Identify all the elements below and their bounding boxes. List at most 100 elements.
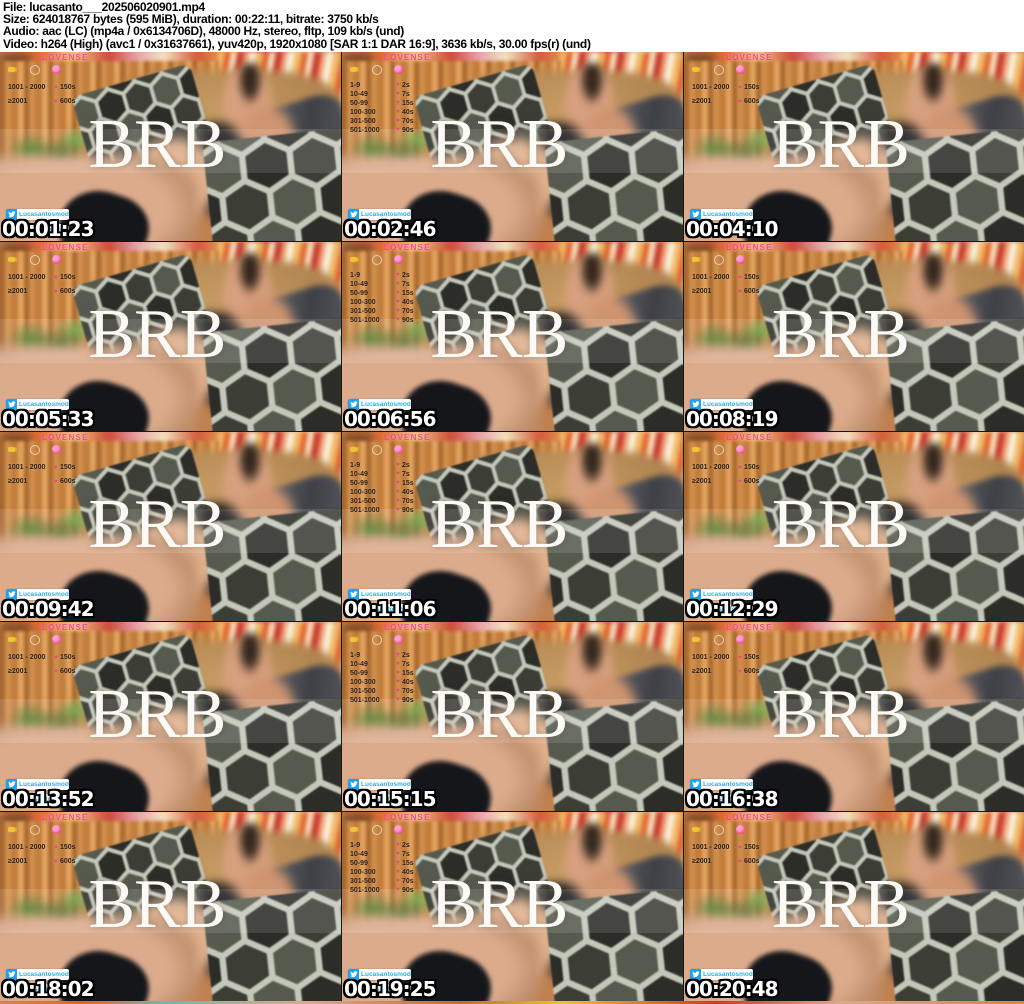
video-frame-thumbnail: BRB LOVENSE 1-92s10-497s50-9915s100-3004…	[342, 52, 683, 241]
coin-icon	[692, 66, 701, 73]
tip-menu-overlay: LOVENSE 1001 - 2000150s≥2001600s ♥♥	[688, 813, 820, 905]
tip-menu-overlay: LOVENSE 1001 - 2000150s≥2001600s ♥♥	[688, 243, 820, 335]
lovense-icon	[736, 445, 745, 454]
coin-icon	[692, 826, 701, 833]
lovense-brand: LOVENSE	[384, 243, 431, 252]
lovense-brand: LOVENSE	[726, 623, 773, 632]
video-frame-thumbnail: BRB LOVENSE 1001 - 2000150s≥2001600s ♥♥ …	[684, 622, 1024, 811]
coin-icon	[692, 256, 701, 263]
tip-menu-overlay: LOVENSE 1001 - 2000150s≥2001600s ♥♥	[4, 53, 136, 145]
lovense-icon	[394, 635, 403, 644]
lovense-brand: LOVENSE	[726, 433, 773, 442]
clock-icon	[714, 445, 724, 455]
coin-icon	[350, 66, 359, 73]
lovense-brand: LOVENSE	[384, 433, 431, 442]
timestamp-overlay: 00:11:06	[344, 597, 436, 621]
coin-icon	[8, 446, 17, 453]
tip-menu-overlay: LOVENSE 1001 - 2000150s≥2001600s ♥♥	[688, 433, 820, 525]
clock-icon	[372, 825, 382, 835]
coin-icon	[8, 66, 17, 73]
timestamp-overlay: 00:06:56	[344, 407, 436, 431]
video-frame-thumbnail: BRB LOVENSE 1001 - 2000150s≥2001600s ♥♥ …	[684, 52, 1024, 241]
tip-menu-overlay: LOVENSE 1001 - 2000150s≥2001600s ♥♥	[688, 623, 820, 715]
clock-icon	[30, 635, 40, 645]
hearts-column: ♥♥	[54, 271, 58, 299]
lovense-brand: LOVENSE	[726, 813, 773, 822]
timestamp-overlay: 00:18:02	[2, 977, 94, 1001]
video-frame-thumbnail: BRB LOVENSE 1001 - 2000150s≥2001600s ♥♥ …	[0, 242, 341, 431]
video-frame-thumbnail: BRB LOVENSE 1-92s10-497s50-9915s100-3004…	[342, 432, 683, 621]
video-frame-thumbnail: BRB LOVENSE 1001 - 2000150s≥2001600s ♥♥ …	[0, 812, 341, 1001]
video-line: Video: h264 (High) (avc1 / 0x31637661), …	[3, 38, 1021, 50]
timestamp-overlay: 00:15:15	[344, 787, 436, 811]
hearts-column: ♥♥	[54, 841, 58, 869]
clock-icon	[714, 65, 724, 75]
lovense-brand: LOVENSE	[384, 53, 431, 62]
tip-menu-overlay: LOVENSE 1001 - 2000150s≥2001600s ♥♥	[4, 243, 136, 335]
hearts-column: ♥♥	[54, 651, 58, 679]
lovense-icon	[52, 635, 61, 644]
clock-icon	[714, 635, 724, 645]
timestamp-overlay: 00:20:48	[686, 977, 778, 1001]
lovense-icon	[394, 445, 403, 454]
lovense-icon	[736, 65, 745, 74]
timestamp-overlay: 00:13:52	[2, 787, 94, 811]
lovense-brand: LOVENSE	[42, 433, 89, 442]
coin-icon	[8, 826, 17, 833]
hearts-column: ♥♥	[738, 271, 742, 299]
tip-menu-overlay: LOVENSE 1-92s10-497s50-9915s100-30040s30…	[346, 623, 478, 715]
timestamp-overlay: 00:05:33	[2, 407, 94, 431]
clock-icon	[30, 825, 40, 835]
timestamp-overlay: 00:12:29	[686, 597, 778, 621]
hearts-column: ♥♥♥♥♥♥	[396, 461, 400, 515]
clock-icon	[30, 65, 40, 75]
clock-icon	[372, 635, 382, 645]
hearts-column: ♥♥	[738, 81, 742, 109]
lovense-icon	[736, 635, 745, 644]
timestamp-overlay: 00:19:25	[344, 977, 436, 1001]
lovense-icon	[736, 825, 745, 834]
video-frame-thumbnail: BRB LOVENSE 1-92s10-497s50-9915s100-3004…	[342, 622, 683, 811]
lovense-brand: LOVENSE	[42, 623, 89, 632]
hearts-column: ♥♥	[738, 841, 742, 869]
lovense-icon	[736, 255, 745, 264]
lovense-brand: LOVENSE	[384, 813, 431, 822]
video-frame-thumbnail: BRB LOVENSE 1001 - 2000150s≥2001600s ♥♥ …	[0, 432, 341, 621]
tip-menu-overlay: LOVENSE 1001 - 2000150s≥2001600s ♥♥	[4, 433, 136, 525]
coin-icon	[350, 446, 359, 453]
timestamp-overlay: 00:09:42	[2, 597, 94, 621]
hearts-column: ♥♥	[54, 461, 58, 489]
tip-menu-overlay: LOVENSE 1001 - 2000150s≥2001600s ♥♥	[688, 53, 820, 145]
hearts-column: ♥♥♥♥♥♥	[396, 841, 400, 895]
tip-menu-overlay: LOVENSE 1001 - 2000150s≥2001600s ♥♥	[4, 813, 136, 905]
lovense-icon	[52, 255, 61, 264]
lovense-brand: LOVENSE	[726, 243, 773, 252]
clock-icon	[714, 825, 724, 835]
lovense-brand: LOVENSE	[42, 813, 89, 822]
hearts-column: ♥♥♥♥♥♥	[396, 271, 400, 325]
lovense-brand: LOVENSE	[42, 243, 89, 252]
tip-menu-overlay: LOVENSE 1001 - 2000150s≥2001600s ♥♥	[4, 623, 136, 715]
lovense-icon	[52, 445, 61, 454]
clock-icon	[714, 255, 724, 265]
clock-icon	[30, 445, 40, 455]
timestamp-overlay: 00:01:23	[2, 217, 94, 241]
hearts-column: ♥♥♥♥♥♥	[396, 651, 400, 705]
cropped-row-sliver	[0, 1001, 1024, 1004]
lovense-icon	[394, 825, 403, 834]
hearts-column: ♥♥	[738, 651, 742, 679]
lovense-icon	[52, 65, 61, 74]
lovense-brand: LOVENSE	[384, 623, 431, 632]
thumbnail-grid: BRB LOVENSE 1001 - 2000150s≥2001600s ♥♥ …	[0, 52, 1024, 1001]
clock-icon	[372, 255, 382, 265]
hearts-column: ♥♥	[738, 461, 742, 489]
coin-icon	[692, 636, 701, 643]
video-frame-thumbnail: BRB LOVENSE 1-92s10-497s50-9915s100-3004…	[342, 812, 683, 1001]
timestamp-overlay: 00:04:10	[686, 217, 778, 241]
clock-icon	[30, 255, 40, 265]
video-frame-thumbnail: BRB LOVENSE 1-92s10-497s50-9915s100-3004…	[342, 242, 683, 431]
timestamp-overlay: 00:16:38	[686, 787, 778, 811]
video-frame-thumbnail: BRB LOVENSE 1001 - 2000150s≥2001600s ♥♥ …	[684, 812, 1024, 1001]
hearts-column: ♥♥♥♥♥♥	[396, 81, 400, 135]
audio-line: Audio: aac (LC) (mp4a / 0x6134706D), 480…	[3, 25, 1021, 37]
